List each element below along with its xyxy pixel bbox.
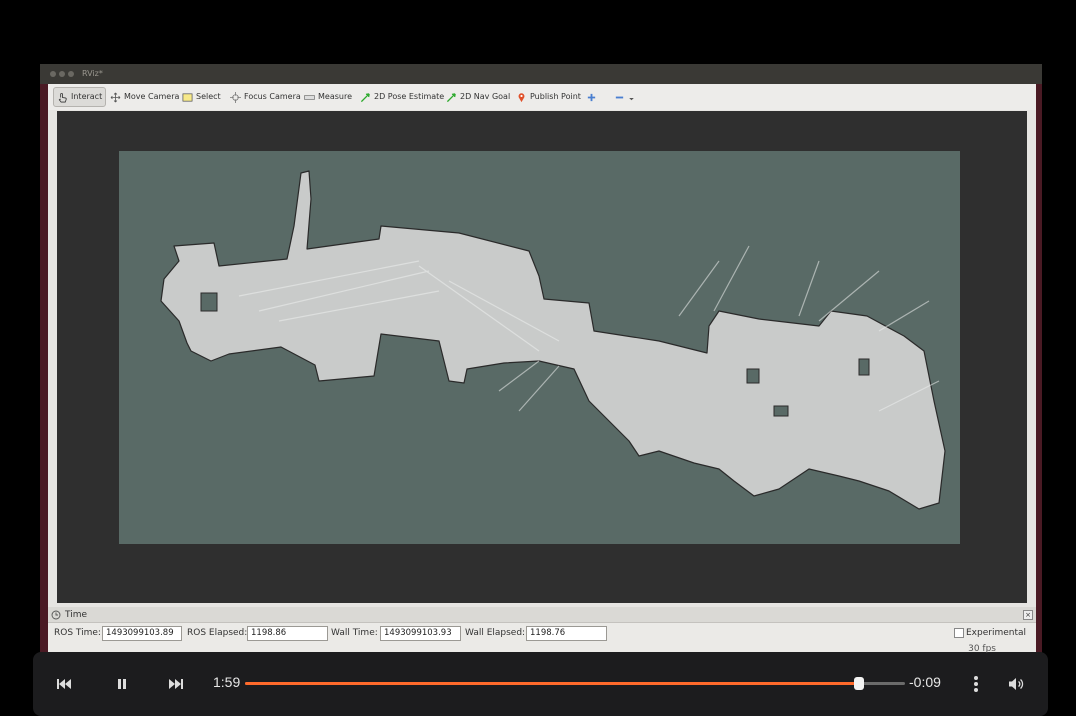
crosshair-icon [230, 91, 241, 103]
wall-elapsed-label: Wall Elapsed: [465, 628, 526, 638]
ruler-icon [304, 94, 315, 100]
tool-measure[interactable]: Measure [304, 87, 352, 107]
tool-select[interactable]: Select [182, 87, 221, 107]
viewport-frame [48, 110, 1036, 607]
tool-label: Move Camera [124, 92, 180, 101]
time-panel-header: Time × [48, 607, 1036, 623]
select-box-icon [182, 92, 193, 102]
wall-time-field[interactable]: 1493099103.93 [380, 626, 461, 641]
rviz-window: RViz* Interact Move Camera Select Focus … [40, 64, 1042, 668]
video-player-controls: 30 fps 1:59 -0:09 [33, 644, 1048, 716]
skip-back-icon[interactable] [56, 678, 72, 690]
hand-pointer-icon [58, 92, 67, 102]
ros-elapsed-field[interactable]: 1198.86 [247, 626, 328, 641]
tool-focus-camera[interactable]: Focus Camera [230, 87, 301, 107]
tool-label: Measure [318, 92, 352, 101]
pause-icon[interactable] [117, 678, 127, 690]
tool-label: Focus Camera [244, 92, 301, 101]
skip-forward-icon[interactable] [168, 678, 184, 690]
occupancy-grid-map[interactable] [119, 151, 960, 544]
tool-publish-point[interactable]: Publish Point [516, 87, 581, 107]
move-arrows-icon [110, 92, 121, 102]
tool-2d-nav-goal[interactable]: 2D Nav Goal [446, 87, 510, 107]
close-panel-button[interactable]: × [1023, 610, 1033, 620]
3d-viewport[interactable] [57, 111, 1027, 603]
experimental-checkbox[interactable] [954, 628, 964, 638]
map-render [160, 170, 946, 510]
map-pin-icon [518, 92, 525, 102]
experimental-label: Experimental [966, 628, 1027, 638]
wall-elapsed-field[interactable]: 1198.76 [526, 626, 607, 641]
green-arrow-icon [446, 92, 456, 102]
plus-icon [587, 93, 596, 101]
volume-icon[interactable] [1008, 677, 1026, 691]
ros-time-label: ROS Time: [54, 628, 101, 638]
time-panel-title: Time [65, 609, 88, 620]
window-title: RViz* [82, 69, 103, 78]
title-bar: RViz* [40, 64, 1042, 84]
ros-elapsed-label: ROS Elapsed: [187, 628, 248, 638]
fps-readout: 30 fps [968, 644, 996, 654]
tool-label: 2D Pose Estimate [374, 92, 445, 101]
tool-label: Publish Point [530, 92, 581, 101]
minus-icon [615, 96, 624, 98]
toolbar: Interact Move Camera Select Focus Camera… [48, 84, 1036, 111]
remove-tool-button[interactable] [614, 87, 635, 107]
green-arrow-icon [360, 92, 370, 102]
add-tool-button[interactable] [586, 87, 597, 107]
seek-bar[interactable] [245, 677, 905, 690]
seek-bar-progress [245, 682, 859, 685]
ros-time-field[interactable]: 1493099103.89 [102, 626, 182, 641]
remaining-time: -0:09 [909, 674, 941, 690]
seek-bar-thumb[interactable] [853, 677, 864, 690]
tool-label: Interact [71, 92, 103, 101]
wall-time-label: Wall Time: [331, 628, 378, 638]
clock-icon [51, 610, 61, 619]
close-window-button[interactable] [50, 71, 56, 77]
tool-label: Select [196, 92, 221, 101]
tool-2d-pose-estimate[interactable]: 2D Pose Estimate [360, 87, 444, 107]
tool-label: 2D Nav Goal [460, 92, 511, 101]
tool-move-camera[interactable]: Move Camera [110, 87, 179, 107]
elapsed-time: 1:59 [213, 674, 241, 690]
more-options-icon[interactable] [973, 675, 979, 693]
chevron-down-icon [629, 97, 634, 100]
maximize-window-button[interactable] [68, 71, 74, 77]
minimize-window-button[interactable] [59, 71, 65, 77]
tool-interact[interactable]: Interact [53, 87, 107, 107]
